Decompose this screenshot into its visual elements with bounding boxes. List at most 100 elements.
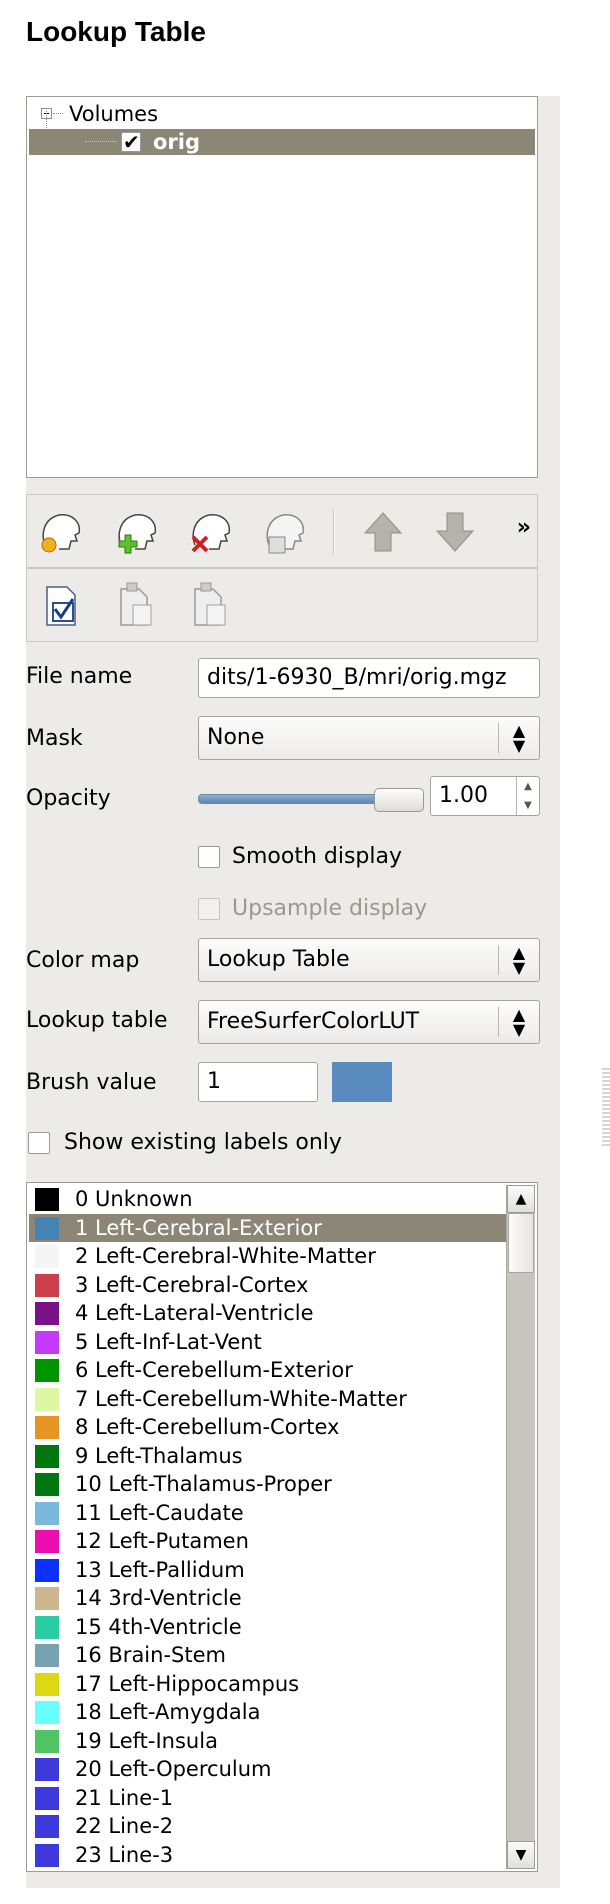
label-list-item[interactable]: 20 Left-Operculum bbox=[29, 1755, 509, 1784]
label-list-item-text: 6 Left-Cerebellum-Exterior bbox=[75, 1358, 353, 1382]
color-map-label: Color map bbox=[26, 948, 140, 973]
save-volume-icon[interactable] bbox=[259, 505, 311, 557]
opacity-spinbox[interactable]: 1.00 ▲ ▼ bbox=[430, 776, 540, 816]
label-list-item[interactable]: 19 Left-Insula bbox=[29, 1727, 509, 1756]
label-list-item-text: 23 Line-3 bbox=[75, 1842, 174, 1867]
scrollbar-thumb[interactable] bbox=[508, 1213, 534, 1273]
opacity-value: 1.00 bbox=[439, 783, 488, 808]
label-list-item[interactable]: 10 Left-Thalamus-Proper bbox=[29, 1470, 509, 1499]
label-list-item-text: 17 Left-Hippocampus bbox=[75, 1671, 300, 1696]
label-list-item-text: 1 Left-Cerebral-Exterior bbox=[75, 1215, 322, 1240]
paste-settings-icon[interactable] bbox=[183, 579, 235, 631]
label-list-item[interactable]: 14 3rd-Ventricle bbox=[29, 1584, 509, 1613]
label-list-item[interactable]: 6 Left-Cerebellum-Exterior bbox=[29, 1356, 509, 1385]
tree-item-orig[interactable]: orig bbox=[29, 129, 535, 155]
brush-value-label: Brush value bbox=[26, 1070, 157, 1095]
brush-value-field[interactable]: 1 bbox=[198, 1062, 318, 1102]
label-color-swatch bbox=[35, 1359, 59, 1382]
label-list-item-text: 2 Left-Cerebral-White-Matter bbox=[75, 1244, 376, 1268]
close-volume-icon[interactable] bbox=[185, 505, 237, 557]
lookup-label-list[interactable]: 0 Unknown 1 Left-Cerebral-Exterior 2 Left-… bbox=[26, 1182, 538, 1872]
mask-select[interactable]: None ▲ ▼ bbox=[198, 716, 540, 760]
scroll-up-icon[interactable]: ▲ bbox=[507, 1185, 535, 1213]
upsample-display-label: Upsample display bbox=[232, 896, 428, 921]
lookup-table-value: FreeSurferColorLUT bbox=[207, 1009, 420, 1034]
scroll-down-icon[interactable]: ▼ bbox=[507, 1841, 535, 1869]
mask-label: Mask bbox=[26, 726, 83, 751]
label-list-item[interactable]: 22 Line-2 bbox=[29, 1812, 509, 1841]
panel-resize-grip[interactable] bbox=[602, 1068, 610, 1148]
spin-arrows-icon[interactable]: ▲ ▼ bbox=[516, 777, 539, 815]
orig-visible-checkbox[interactable] bbox=[121, 129, 141, 155]
label-list-item[interactable]: 3 Left-Cerebral-Cortex bbox=[29, 1271, 509, 1300]
label-list-item-text: 22 Line-2 bbox=[75, 1814, 174, 1838]
load-volume-icon[interactable] bbox=[35, 505, 87, 557]
label-color-swatch bbox=[35, 1416, 59, 1439]
label-list-item[interactable]: 24 CSF bbox=[29, 1869, 509, 1871]
label-list-item[interactable]: 13 Left-Pallidum bbox=[29, 1556, 509, 1585]
label-color-swatch bbox=[35, 1501, 59, 1525]
upsample-display-checkbox bbox=[198, 898, 220, 920]
lookup-table-label: Lookup table bbox=[26, 1008, 168, 1033]
move-down-icon[interactable] bbox=[429, 505, 481, 557]
label-list-item[interactable]: 23 Line-3 bbox=[29, 1841, 509, 1870]
more-tools-icon[interactable]: » bbox=[517, 515, 531, 540]
smooth-display-label: Smooth display bbox=[232, 844, 402, 869]
label-color-swatch bbox=[35, 1387, 59, 1411]
label-list-item[interactable]: 8 Left-Cerebellum-Cortex bbox=[29, 1413, 509, 1442]
label-color-swatch bbox=[35, 1701, 59, 1724]
opacity-slider-handle[interactable] bbox=[374, 788, 424, 812]
volumes-tree[interactable]: Volumes orig bbox=[26, 96, 538, 478]
move-up-icon[interactable] bbox=[357, 505, 409, 557]
label-color-swatch bbox=[35, 1815, 59, 1838]
tree-root-volumes[interactable]: Volumes bbox=[27, 101, 527, 127]
label-list-item[interactable]: 0 Unknown bbox=[29, 1185, 509, 1214]
page-title: Lookup Table bbox=[26, 16, 206, 47]
opacity-label: Opacity bbox=[26, 786, 111, 811]
label-list-item[interactable]: 21 Line-1 bbox=[29, 1784, 509, 1813]
tree-root-label: Volumes bbox=[69, 102, 159, 126]
color-map-select[interactable]: Lookup Table ▲ ▼ bbox=[198, 938, 540, 982]
label-list-item[interactable]: 4 Left-Lateral-Ventricle bbox=[29, 1299, 509, 1328]
label-list-item-text: 20 Left-Operculum bbox=[75, 1757, 272, 1781]
label-list-item[interactable]: 1 Left-Cerebral-Exterior bbox=[29, 1213, 509, 1242]
list-scrollbar[interactable]: ▲ ▼ bbox=[506, 1185, 535, 1869]
label-color-swatch bbox=[35, 1330, 59, 1354]
label-list-item-text: 19 Left-Insula bbox=[75, 1728, 218, 1753]
label-list-item-text: 13 Left-Pallidum bbox=[75, 1557, 245, 1582]
label-color-swatch bbox=[35, 1302, 59, 1325]
color-map-value: Lookup Table bbox=[207, 947, 350, 972]
label-list-item-text: 7 Left-Cerebellum-White-Matter bbox=[75, 1386, 407, 1411]
file-name-field[interactable]: dits/1-6930_B/mri/orig.mgz bbox=[198, 658, 540, 698]
label-list-item[interactable]: 2 Left-Cerebral-White-Matter bbox=[29, 1242, 509, 1271]
label-list-item-text: 16 Brain-Stem bbox=[75, 1643, 226, 1667]
new-volume-icon[interactable] bbox=[111, 505, 163, 557]
label-color-swatch bbox=[35, 1758, 59, 1781]
label-list-item-text: 10 Left-Thalamus-Proper bbox=[75, 1472, 332, 1496]
label-list-item[interactable]: 11 Left-Caudate bbox=[29, 1499, 509, 1528]
label-color-swatch bbox=[35, 1615, 59, 1639]
label-list-item-text: 5 Left-Inf-Lat-Vent bbox=[75, 1329, 262, 1354]
label-list-item[interactable]: 15 4th-Ventricle bbox=[29, 1613, 509, 1642]
label-list-item-text: 21 Line-1 bbox=[75, 1785, 174, 1810]
label-list-item[interactable]: 12 Left-Putamen bbox=[29, 1527, 509, 1556]
check-all-icon[interactable] bbox=[35, 579, 87, 631]
label-list-item-text: 11 Left-Caudate bbox=[75, 1500, 244, 1525]
label-list-item[interactable]: 9 Left-Thalamus bbox=[29, 1442, 509, 1471]
smooth-display-checkbox[interactable] bbox=[198, 846, 220, 868]
label-color-swatch bbox=[35, 1729, 59, 1753]
label-list-item-text: 12 Left-Putamen bbox=[75, 1529, 249, 1553]
label-list-item[interactable]: 5 Left-Inf-Lat-Vent bbox=[29, 1328, 509, 1357]
label-list-item[interactable]: 16 Brain-Stem bbox=[29, 1641, 509, 1670]
label-list-item[interactable]: 7 Left-Cerebellum-White-Matter bbox=[29, 1385, 509, 1414]
brush-color-button[interactable] bbox=[332, 1062, 392, 1102]
label-list-item[interactable]: 18 Left-Amygdala bbox=[29, 1698, 509, 1727]
show-existing-labels-checkbox[interactable] bbox=[28, 1132, 50, 1154]
layer-toolbar: » bbox=[26, 494, 538, 568]
copy-settings-icon[interactable] bbox=[109, 579, 161, 631]
label-color-swatch bbox=[35, 1672, 59, 1696]
label-list-item-text: 14 3rd-Ventricle bbox=[75, 1586, 242, 1610]
label-list-item[interactable]: 17 Left-Hippocampus bbox=[29, 1670, 509, 1699]
label-list-item-text: 0 Unknown bbox=[75, 1187, 193, 1211]
lookup-table-select[interactable]: FreeSurferColorLUT ▲ ▼ bbox=[198, 1000, 540, 1044]
